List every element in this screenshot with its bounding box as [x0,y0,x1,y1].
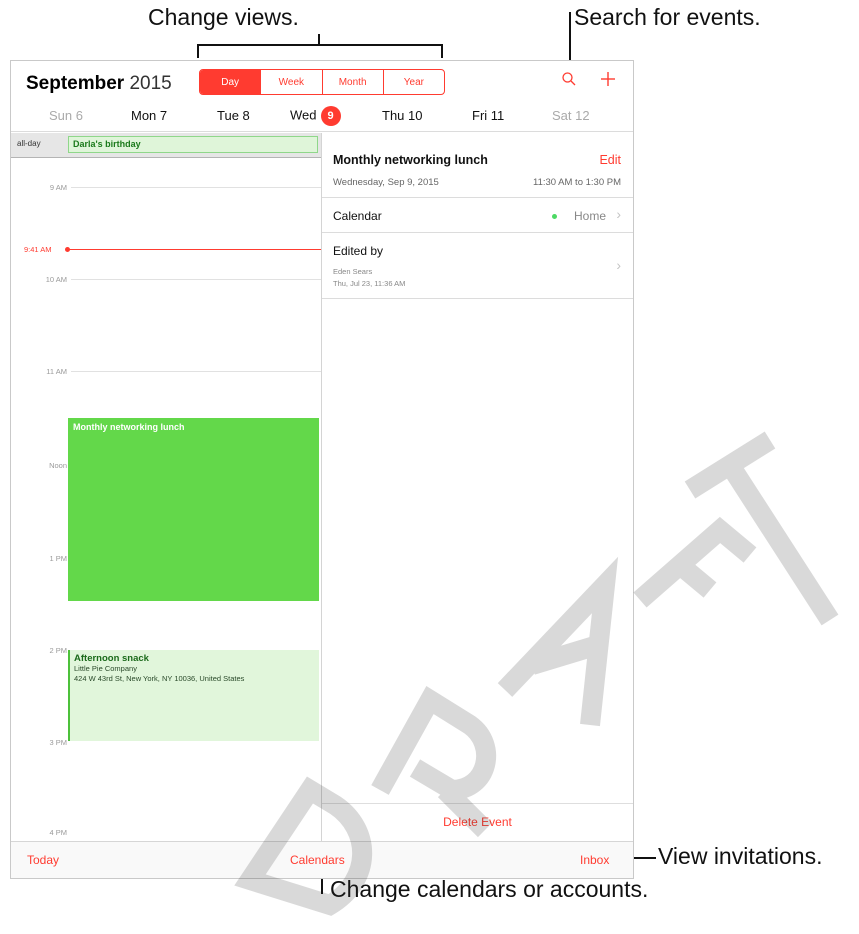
hour-label: 11 AM [46,367,67,376]
hour-label: 1 PM [49,554,67,563]
current-time-dot [65,247,70,252]
event-location: Little Pie Company [74,664,137,673]
calendar-row-value: Home [573,209,606,223]
weekday-sat[interactable]: Sat 12 [552,108,590,123]
pane-divider [321,133,322,841]
view-tab-month[interactable]: Month [321,70,383,94]
event-title: Afternoon snack [74,653,149,664]
calendar-row-label[interactable]: Calendar [333,209,382,223]
weekday-wed-label: Wed [290,107,317,123]
event-block[interactable]: Afternoon snack Little Pie Company 424 W… [68,650,319,741]
hour-label: 2 PM [49,646,67,655]
callout-change-views: Change views. [148,4,299,30]
detail-divider [322,197,633,198]
callout-bracket-left [197,44,199,58]
month-title: September 2015 [26,73,172,95]
callout-line [569,12,571,64]
bottom-toolbar: Today Calendars Inbox [11,841,633,878]
hour-label: 9 AM [49,183,67,192]
detail-date: Wednesday, Sep 9, 2015 [333,177,439,188]
edited-by-label[interactable]: Edited by [333,244,383,258]
callout-change-calendars: Change calendars or accounts. [330,876,649,902]
month-name: September [26,73,125,94]
search-icon[interactable] [561,71,577,87]
callout-bracket-right [441,44,443,58]
allday-label: all-day [17,139,41,148]
view-switcher: Day Week Month Year [199,69,445,95]
weekday-wed[interactable]: Wed 9 [290,106,341,126]
edited-by-date: Thu, Jul 23, 11:36 AM [333,279,406,288]
edited-by-name: Eden Sears [333,267,373,276]
view-tab-year[interactable]: Year [382,70,444,94]
hour-label: Noon [49,461,67,470]
hour-line [71,279,321,280]
event-address: 424 W 43rd St, New York, NY 10036, Unite… [74,674,245,683]
delete-divider [322,803,633,804]
event-title: Monthly networking lunch [73,422,185,432]
edit-button[interactable]: Edit [599,153,621,167]
event-block[interactable]: Monthly networking lunch [68,418,319,601]
view-tab-day[interactable]: Day [200,70,261,94]
weekday-sun[interactable]: Sun 6 [49,108,83,123]
today-button[interactable]: Today [27,853,59,867]
detail-divider [322,232,633,233]
detail-time: 11:30 AM to 1:30 PM [532,177,621,188]
header-divider [11,131,633,132]
callout-bracket [197,44,443,46]
calendar-app-window: September 2015 Day Week Month Year Sun 6… [10,60,634,879]
view-tab-week[interactable]: Week [260,70,321,94]
chevron-right-icon: › [616,257,621,273]
callout-view-invitations: View invitations. [658,843,823,869]
weekday-tue[interactable]: Tue 8 [217,108,250,123]
weekday-mon[interactable]: Mon 7 [131,108,167,123]
calendar-color-dot [552,214,557,219]
hour-label: 3 PM [49,738,67,747]
weekday-thu[interactable]: Thu 10 [382,108,422,123]
inbox-button[interactable]: Inbox [580,853,609,867]
plus-icon[interactable] [599,70,617,88]
hour-line [71,187,321,188]
detail-title: Monthly networking lunch [333,153,488,167]
hour-line [71,371,321,372]
callout-search-events: Search for events. [574,4,761,30]
weekday-fri[interactable]: Fri 11 [472,108,504,123]
year-label: 2015 [129,73,172,94]
detail-divider [322,298,633,299]
allday-event[interactable]: Darla's birthday [68,136,318,153]
current-time-line [67,249,321,250]
calendars-button[interactable]: Calendars [290,853,345,867]
chevron-right-icon: › [616,206,621,222]
delete-event-button[interactable]: Delete Event [322,815,633,829]
hour-label: 10 AM [45,275,67,284]
hour-label: 4 PM [49,828,67,837]
current-time-label: 9:41 AM [24,245,52,254]
selected-day-badge: 9 [320,106,341,126]
